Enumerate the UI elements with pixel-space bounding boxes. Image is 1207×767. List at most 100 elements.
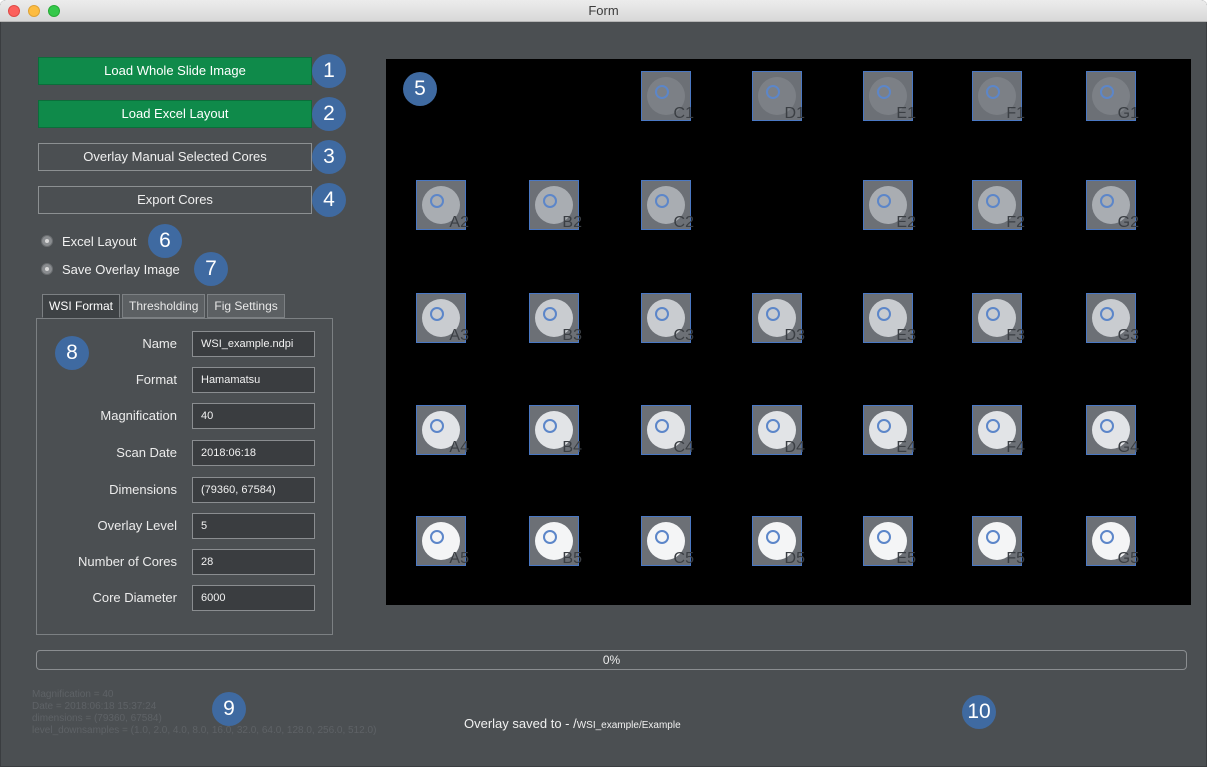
core-center-marker — [1100, 530, 1114, 544]
core-center-marker — [986, 85, 1000, 99]
tissue-core-a5[interactable]: A5 — [416, 516, 469, 567]
save-overlay-image-radio[interactable] — [41, 263, 53, 275]
core-label: E2 — [896, 214, 916, 231]
slide-overlay-canvas[interactable]: 5 C1 D1 E1 F1 G1 A2 B2 C2 E2 F2 G2 A3 B3 C3 D3 E3 F3 G3 A4… — [386, 59, 1191, 605]
core-center-marker — [1100, 419, 1114, 433]
tissue-core-f5[interactable]: F5 — [972, 516, 1025, 567]
core-center-marker — [543, 194, 557, 208]
tissue-core-e3[interactable]: E3 — [863, 293, 916, 344]
tab-wsi-format[interactable]: WSI Format — [42, 294, 121, 318]
tissue-core-e2[interactable]: E2 — [863, 180, 916, 231]
callout-badge-6: 6 — [148, 224, 182, 258]
wsi-format-panel: 8 Name WSI_example.ndpi Format Hamamatsu… — [36, 318, 333, 635]
overlay-manual-selected-cores-button[interactable]: Overlay Manual Selected Cores — [38, 143, 312, 171]
tissue-core-a2[interactable]: A2 — [416, 180, 469, 231]
name-input[interactable]: WSI_example.ndpi — [192, 331, 315, 357]
title-bar: Form — [0, 0, 1207, 22]
core-label: D1 — [784, 105, 805, 122]
tissue-core-a4[interactable]: A4 — [416, 405, 469, 456]
scan-date-input[interactable]: 2018:06:18 — [192, 440, 315, 466]
callout-badge-5: 5 — [403, 72, 437, 106]
overlay-level-input[interactable]: 5 — [192, 513, 315, 539]
core-label: C1 — [673, 105, 694, 122]
core-label: A3 — [449, 327, 469, 344]
core-label: B2 — [562, 214, 582, 231]
core-label: B4 — [562, 439, 582, 456]
format-input[interactable]: Hamamatsu — [192, 367, 315, 393]
callout-badge-2: 2 — [312, 97, 346, 131]
core-label: E1 — [896, 105, 916, 122]
tissue-core-g5[interactable]: G5 — [1086, 516, 1139, 567]
core-label: D5 — [784, 550, 805, 567]
core-center-marker — [430, 194, 444, 208]
log-line: dimensions = (79360, 67584) — [32, 713, 162, 724]
core-center-marker — [655, 419, 669, 433]
tissue-core-g1[interactable]: G1 — [1086, 71, 1139, 122]
tissue-core-b5[interactable]: B5 — [529, 516, 582, 567]
field-overlay-level: Overlay Level 5 — [37, 513, 332, 541]
core-center-marker — [877, 85, 891, 99]
core-label: G3 — [1117, 327, 1139, 344]
core-center-marker — [986, 530, 1000, 544]
core-label: D4 — [784, 439, 805, 456]
tissue-core-g3[interactable]: G3 — [1086, 293, 1139, 344]
tissue-core-g2[interactable]: G2 — [1086, 180, 1139, 231]
core-center-marker — [986, 307, 1000, 321]
tissue-core-c4[interactable]: C4 — [641, 405, 694, 456]
tissue-core-f3[interactable]: F3 — [972, 293, 1025, 344]
tissue-core-e1[interactable]: E1 — [863, 71, 916, 122]
tab-thresholding[interactable]: Thresholding — [122, 294, 206, 318]
tissue-core-d1[interactable]: D1 — [752, 71, 805, 122]
core-center-marker — [986, 194, 1000, 208]
tissue-core-b3[interactable]: B3 — [529, 293, 582, 344]
tissue-core-d3[interactable]: D3 — [752, 293, 805, 344]
field-magnification: Magnification 40 — [37, 403, 332, 431]
tissue-core-d5[interactable]: D5 — [752, 516, 805, 567]
core-label: E4 — [896, 439, 916, 456]
core-label: G2 — [1117, 214, 1139, 231]
save-overlay-image-option[interactable]: Save Overlay Image — [41, 259, 180, 279]
export-cores-button[interactable]: Export Cores — [38, 186, 312, 214]
tissue-core-a3[interactable]: A3 — [416, 293, 469, 344]
tissue-core-f2[interactable]: F2 — [972, 180, 1025, 231]
log-line: Magnification = 40 — [32, 689, 114, 700]
excel-layout-radio[interactable] — [41, 235, 53, 247]
field-label: Number of Cores — [78, 554, 177, 569]
tissue-core-c3[interactable]: C3 — [641, 293, 694, 344]
callout-badge-9: 9 — [212, 692, 246, 726]
tissue-core-b2[interactable]: B2 — [529, 180, 582, 231]
log-line: level_downsamples = (1.0, 2.0, 4.0, 8.0,… — [32, 725, 377, 736]
magnification-input[interactable]: 40 — [192, 403, 315, 429]
tissue-core-e5[interactable]: E5 — [863, 516, 916, 567]
core-center-marker — [766, 419, 780, 433]
core-center-marker — [877, 194, 891, 208]
core-diameter-input[interactable]: 6000 — [192, 585, 315, 611]
number-of-cores-input[interactable]: 28 — [192, 549, 315, 575]
tissue-core-c5[interactable]: C5 — [641, 516, 694, 567]
tissue-core-f4[interactable]: F4 — [972, 405, 1025, 456]
tab-fig-settings[interactable]: Fig Settings — [207, 294, 285, 318]
tissue-core-b4[interactable]: B4 — [529, 405, 582, 456]
core-label: A5 — [449, 550, 469, 567]
tissue-core-g4[interactable]: G4 — [1086, 405, 1139, 456]
dimensions-input[interactable]: (79360, 67584) — [192, 477, 315, 503]
field-dimensions: Dimensions (79360, 67584) — [37, 477, 332, 505]
excel-layout-option[interactable]: Excel Layout — [41, 231, 136, 251]
core-center-marker — [430, 419, 444, 433]
log-output: Magnification = 40 Date = 2018:06:18 15:3… — [32, 689, 376, 737]
tissue-core-f1[interactable]: F1 — [972, 71, 1025, 122]
field-format: Format Hamamatsu — [37, 367, 332, 395]
load-whole-slide-image-button[interactable]: Load Whole Slide Image — [38, 57, 312, 85]
tissue-core-d4[interactable]: D4 — [752, 405, 805, 456]
core-label: F4 — [1006, 439, 1025, 456]
tissue-core-c1[interactable]: C1 — [641, 71, 694, 122]
core-label: A2 — [449, 214, 469, 231]
load-excel-layout-button[interactable]: Load Excel Layout — [38, 100, 312, 128]
tissue-core-e4[interactable]: E4 — [863, 405, 916, 456]
core-center-marker — [543, 307, 557, 321]
field-label: Scan Date — [116, 445, 177, 460]
tissue-core-c2[interactable]: C2 — [641, 180, 694, 231]
save-overlay-image-label: Save Overlay Image — [62, 261, 180, 277]
excel-layout-label: Excel Layout — [62, 233, 137, 249]
field-label: Magnification — [100, 408, 177, 423]
